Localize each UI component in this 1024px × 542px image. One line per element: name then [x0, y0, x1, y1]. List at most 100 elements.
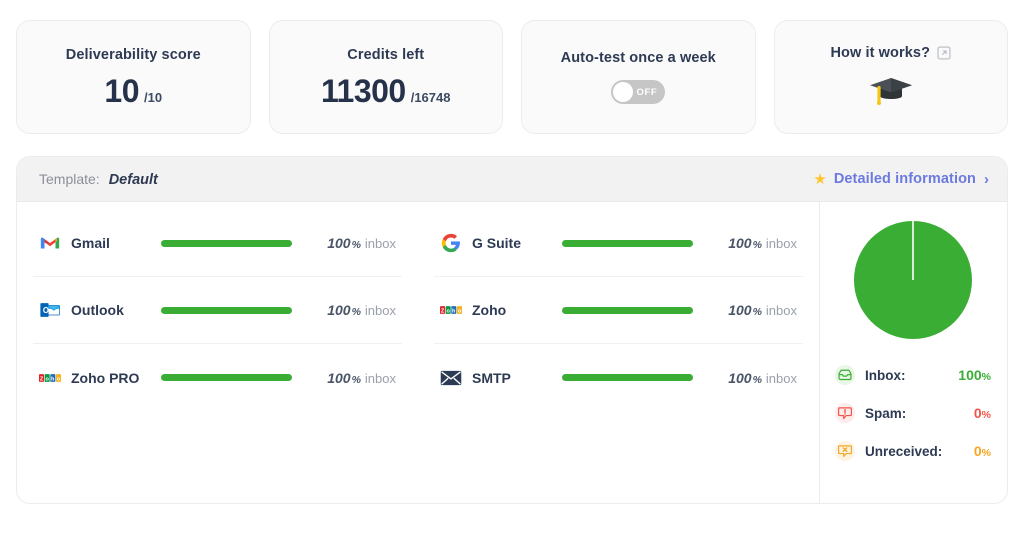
progress-track	[562, 374, 693, 381]
providers-grid: Gmail 100% inbox O Outlook 100 % inbox Z…	[17, 210, 819, 411]
gmail-logo	[40, 237, 60, 249]
provider-folder: inbox	[364, 303, 396, 318]
provider-percent: 100	[728, 369, 752, 386]
provider-name-group: Gmail	[39, 232, 157, 254]
detailed-information-link[interactable]: ★ Detailed information ›	[813, 171, 989, 187]
results-panel: Template: Default ★ Detailed information…	[16, 156, 1008, 504]
providers-column-left: Gmail 100% inbox O Outlook 100 % inbox Z…	[17, 210, 418, 411]
progress-track	[562, 306, 693, 314]
progress-fill	[161, 239, 292, 247]
progress-track	[161, 374, 292, 381]
provider-percent: 100	[728, 302, 752, 318]
panel-header: Template: Default ★ Detailed information…	[17, 157, 1007, 202]
toggle-knob	[613, 82, 634, 102]
providers-section: Gmail 100% inbox O Outlook 100 % inbox Z…	[17, 202, 819, 503]
score-value: 10	[104, 73, 139, 109]
credits-left-card: Credits left 11300 /16748	[268, 20, 503, 134]
provider-percent: 100	[327, 235, 351, 251]
provider-result: 100% inbox	[705, 370, 797, 386]
provider-label: Zoho	[472, 302, 507, 318]
delivery-pie-chart	[853, 221, 972, 339]
provider-label: G Suite	[472, 235, 522, 251]
score-value-group: 10 /10	[104, 75, 162, 107]
provider-result: 100% inbox	[304, 235, 396, 251]
provider-label: Outlook	[71, 302, 124, 318]
auto-test-toggle[interactable]: OFF	[611, 80, 666, 104]
credits-value: 11300	[321, 73, 406, 109]
zoho-logo: Z o h o	[440, 306, 462, 314]
detailed-information-label: Detailed information	[833, 171, 976, 187]
provider-label: Zoho PRO	[71, 369, 140, 386]
progress-fill	[161, 306, 292, 314]
table-row: Z o h o Zoho PRO 100 % inbox	[33, 344, 402, 411]
provider-label: Gmail	[71, 235, 110, 251]
card-title: How it works?	[830, 45, 931, 61]
deliverability-score-card: Deliverability score 10 /10	[16, 20, 251, 134]
graduation-cap-wrap	[868, 71, 914, 109]
percent-sign: %	[752, 239, 762, 251]
inbox-icon	[834, 364, 856, 386]
dashboard-page: Deliverability score 10 /10 Credits left…	[0, 0, 1024, 542]
star-icon: ★	[813, 170, 827, 188]
svg-text:O: O	[43, 306, 49, 315]
table-row: O Outlook 100% inbox	[33, 277, 402, 344]
legend-value-unreceived: 0%	[973, 443, 991, 459]
progress-fill	[562, 239, 693, 247]
chart-legend: Inbox: 100% Spam: 0% Unreceived: 0%	[834, 356, 991, 470]
external-link-icon[interactable]	[937, 46, 951, 60]
progress-fill	[562, 306, 693, 314]
provider-result: 100% inbox	[705, 235, 797, 251]
provider-folder: inbox	[364, 236, 396, 251]
legend-label: Inbox:	[865, 367, 906, 383]
card-title: Auto-test once a week	[560, 50, 716, 66]
legend-item-inbox: Inbox: 100%	[834, 356, 991, 394]
provider-percent: 100	[728, 235, 752, 251]
template-value: Default	[108, 171, 158, 188]
table-row: SMTP 100% inbox	[434, 344, 803, 411]
toggle-state-label: OFF	[636, 86, 658, 98]
chart-section: Inbox: 100% Spam: 0% Unreceived: 0%	[820, 202, 1007, 503]
provider-folder: inbox	[765, 236, 797, 251]
percent-sign: %	[351, 239, 361, 251]
panel-body: Gmail 100% inbox O Outlook 100 % inbox Z…	[17, 202, 1007, 503]
progress-fill	[161, 374, 292, 381]
legend-value-inbox: 100%	[958, 367, 991, 383]
legend-item-spam: Spam: 0%	[834, 394, 991, 432]
legend-label: Unreceived:	[865, 443, 943, 459]
percent-sign: %	[752, 306, 762, 318]
template-group: Template: Default	[39, 171, 158, 188]
provider-name-group: SMTP	[440, 367, 558, 389]
auto-test-toggle-wrap: OFF	[611, 80, 666, 104]
card-title: Credits left	[347, 47, 425, 63]
percent-sign: %	[351, 306, 361, 318]
progress-track	[161, 239, 292, 247]
table-row: G Suite 100% inbox	[434, 210, 803, 277]
provider-name-group: Z o h o Zoho	[440, 299, 558, 321]
provider-name-group: Z o h o Zoho PRO	[39, 367, 157, 389]
provider-percent: 100	[327, 369, 351, 386]
smtp-logo	[440, 370, 462, 385]
table-row: Gmail 100% inbox	[33, 210, 402, 277]
provider-result: 100% inbox	[304, 302, 396, 318]
card-title: Deliverability score	[65, 47, 201, 63]
provider-name-group: G Suite	[440, 232, 558, 254]
provider-name-group: O Outlook	[39, 299, 157, 321]
chevron-right-icon: ›	[984, 170, 989, 188]
how-it-works-card[interactable]: How it works?	[773, 20, 1008, 134]
provider-folder: inbox	[765, 303, 797, 318]
legend-value-spam: 0%	[973, 405, 991, 421]
progress-fill	[562, 374, 693, 381]
providers-column-right: G Suite 100% inbox Z o h o Zoho 100 % in…	[418, 210, 819, 411]
progress-track	[562, 239, 693, 247]
credits-total: /16748	[410, 90, 451, 105]
credits-value-group: 11300 /16748	[321, 75, 450, 107]
how-it-works-title-group: How it works?	[830, 45, 951, 61]
spam-alert-icon	[834, 402, 856, 424]
legend-label: Spam:	[865, 405, 907, 421]
provider-result: 100% inbox	[304, 370, 396, 386]
provider-label: SMTP	[472, 369, 511, 386]
unreceived-icon	[834, 440, 856, 462]
stats-row: Deliverability score 10 /10 Credits left…	[16, 20, 1008, 134]
auto-test-card: Auto-test once a week OFF	[521, 20, 756, 134]
table-row: Z o h o Zoho 100% inbox	[434, 277, 803, 344]
